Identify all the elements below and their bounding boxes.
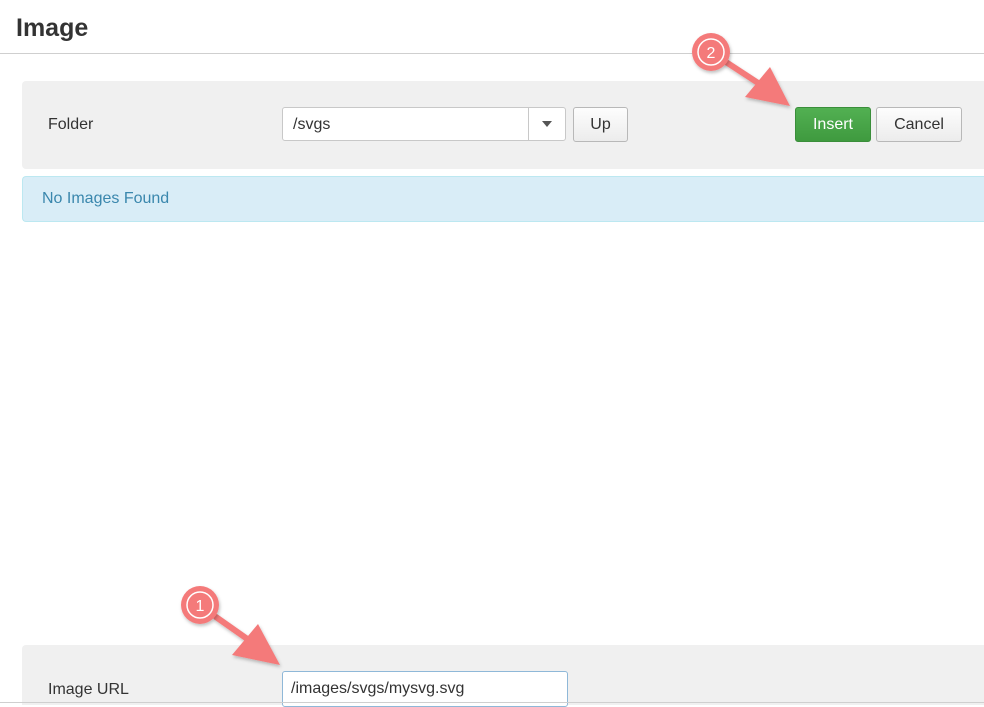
alert-message: No Images Found [42,190,170,207]
caret-down-icon [542,121,552,127]
no-images-alert: No Images Found [22,176,984,222]
up-button[interactable]: Up [573,107,628,142]
folder-dropdown-toggle[interactable] [528,108,565,140]
folder-toolbar: Folder /svgs Up Insert Cancel [22,81,984,169]
title-divider [0,53,984,54]
image-fields-panel: Image URL [22,645,984,707]
folder-select[interactable]: /svgs [282,107,566,141]
bottom-divider [0,702,984,703]
folder-label: Folder [48,116,94,133]
step-2-badge: 2 [692,33,730,71]
folder-select-value: /svgs [293,116,331,133]
image-url-label: Image URL [48,681,129,698]
step-1-number: 1 [196,598,205,615]
cancel-button[interactable]: Cancel [876,107,962,142]
step-1-badge: 1 [181,586,219,624]
insert-button[interactable]: Insert [795,107,871,142]
modal-title: Image [16,14,89,42]
